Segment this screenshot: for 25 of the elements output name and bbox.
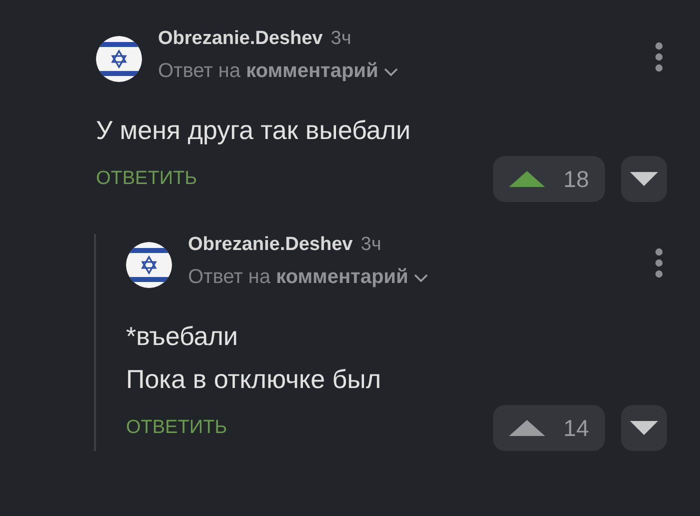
downvote-icon	[630, 172, 658, 186]
comment-text: Пока в отключке был	[126, 363, 382, 396]
comment-text: У меня друга так выебали	[96, 114, 412, 147]
rating-count: 14	[563, 414, 589, 442]
more-icon[interactable]	[655, 42, 663, 72]
reply-to-link[interactable]: Ответ на комментарий	[158, 60, 378, 83]
avatar	[96, 36, 142, 82]
more-icon[interactable]	[655, 248, 663, 278]
downvote-button[interactable]	[621, 156, 667, 202]
author-name[interactable]: Obrezanie.Deshev	[188, 234, 353, 256]
reply-to-link[interactable]: Ответ на комментарий	[188, 266, 408, 289]
downvote-button[interactable]	[621, 405, 667, 451]
reply-button[interactable]: ОТВЕТИТЬ	[96, 168, 198, 190]
comment-time: 3ч	[330, 28, 352, 50]
author-name[interactable]: Obrezanie.Deshev	[158, 28, 323, 50]
avatar	[126, 242, 172, 288]
chevron-down-icon[interactable]	[384, 66, 398, 76]
comment-text: *въебали	[126, 320, 239, 353]
upvote-button[interactable]: 14	[493, 405, 605, 451]
downvote-icon	[630, 421, 658, 435]
upvote-button[interactable]: 18	[493, 156, 605, 202]
comment-time: 3ч	[360, 234, 382, 256]
chevron-down-icon[interactable]	[414, 272, 428, 282]
reply-button[interactable]: ОТВЕТИТЬ	[126, 417, 228, 439]
rating-count: 18	[563, 166, 589, 192]
